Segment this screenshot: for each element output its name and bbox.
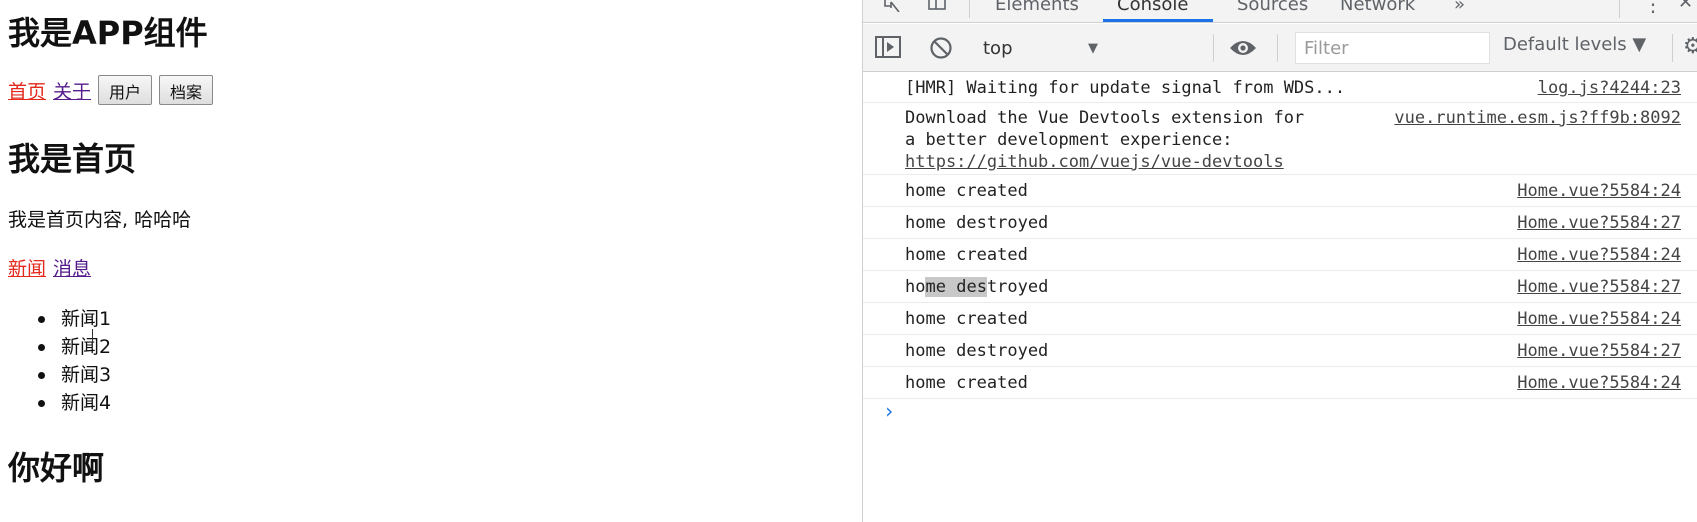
inspect-element-icon[interactable]	[883, 0, 905, 17]
filter-input[interactable]: Filter	[1295, 32, 1490, 64]
console-message-link[interactable]: https://github.com/vuejs/vue-devtools	[905, 150, 1284, 174]
close-icon[interactable]: ✕	[1678, 0, 1693, 13]
console-message-text: home created	[905, 245, 1028, 265]
tab-sources[interactable]: Sources	[1237, 0, 1308, 15]
console-message-source[interactable]: Home.vue?5584:24	[1517, 307, 1681, 331]
console-message-text: home destroyed	[905, 341, 1049, 361]
hello-title: 你好啊	[8, 449, 105, 487]
list-item: 新闻1	[37, 305, 111, 333]
app-title: 我是APP组件	[8, 14, 208, 52]
devtools-tab-bar: Elements Console Sources Network » ⋮ ✕	[863, 0, 1697, 23]
console-message: [HMR] Waiting for update signal from WDS…	[863, 73, 1697, 103]
sub-nav-link-messages[interactable]: 消息	[53, 254, 91, 281]
console-message-source[interactable]: Home.vue?5584:27	[1517, 339, 1681, 363]
tab-console[interactable]: Console	[1117, 0, 1188, 15]
console-message-source[interactable]: Home.vue?5584:27	[1517, 211, 1681, 235]
console-message-text: home destroyed	[905, 275, 1048, 299]
console-message-source[interactable]: Home.vue?5584:24	[1517, 371, 1681, 395]
kebab-menu-icon[interactable]: ⋮	[1643, 0, 1663, 16]
news-list: 新闻1 新闻2 新闻3 新闻4	[37, 305, 111, 417]
selection-highlight: des	[956, 277, 987, 297]
console-message: home created Home.vue?5584:24	[863, 175, 1697, 207]
toolbar-divider	[1213, 34, 1214, 62]
console-prompt-icon[interactable]: ›	[883, 399, 895, 423]
console-message-source[interactable]: Home.vue?5584:24	[1517, 179, 1681, 203]
sidebar-toggle-icon[interactable]	[875, 36, 901, 62]
user-button[interactable]: 用户	[98, 75, 153, 105]
console-message-text: home created	[905, 181, 1028, 201]
console-message-text: home destroyed	[905, 213, 1049, 233]
toolbar-divider	[1619, 0, 1620, 18]
console-message-text: home created	[905, 373, 1028, 393]
console-message: Download the Vue Devtools extension for …	[863, 103, 1697, 175]
context-select-value: top	[983, 37, 1013, 59]
context-select[interactable]: top ▼	[983, 34, 1098, 62]
toolbar-divider	[1277, 34, 1278, 62]
nav-link-home[interactable]: 首页	[8, 77, 46, 104]
console-message-text: a better development experience:	[905, 130, 1233, 150]
log-levels-dropdown[interactable]: Default levels ▼	[1503, 34, 1646, 55]
list-item: 新闻3	[37, 361, 111, 389]
console-message-text: [HMR] Waiting for update signal from WDS…	[905, 78, 1346, 98]
console-message-source[interactable]: Home.vue?5584:27	[1517, 275, 1681, 299]
home-sub-nav: 新闻 消息	[8, 254, 98, 281]
text-segment: troyed	[986, 277, 1049, 297]
console-message: home created Home.vue?5584:24	[863, 303, 1697, 335]
chevron-down-icon: ▼	[1088, 40, 1098, 56]
tab-elements[interactable]: Elements	[995, 0, 1079, 15]
console-message: home created Home.vue?5584:24	[863, 367, 1697, 399]
toolbar-divider	[1672, 34, 1673, 62]
console-message-text: home created	[905, 309, 1028, 329]
text-segment: ho	[905, 277, 926, 297]
home-title: 我是首页	[8, 140, 137, 178]
list-item: 新闻2	[37, 333, 111, 361]
console-message-text: Download the Vue Devtools extension for	[905, 108, 1305, 128]
console-message: home destroyed Home.vue?5584:27	[863, 335, 1697, 367]
console-toolbar: top ▼ Filter Default levels ▼ ⚙	[863, 24, 1697, 72]
settings-gear-icon[interactable]: ⚙	[1683, 34, 1697, 59]
console-message-source[interactable]: log.js?4244:23	[1538, 76, 1681, 100]
profile-button[interactable]: 档案	[159, 75, 214, 105]
devtools-panel: Elements Console Sources Network » ⋮ ✕ t…	[862, 0, 1697, 522]
selection-highlight	[945, 277, 957, 297]
active-tab-indicator	[1103, 19, 1213, 22]
toolbar-divider	[969, 0, 970, 18]
nav-link-about[interactable]: 关于	[53, 77, 91, 104]
sub-nav-link-news[interactable]: 新闻	[8, 254, 46, 281]
console-message: home destroyed Home.vue?5584:27	[863, 207, 1697, 239]
eye-icon[interactable]	[1229, 38, 1257, 62]
device-toolbar-icon[interactable]	[927, 0, 949, 17]
console-message-source[interactable]: vue.runtime.esm.js?ff9b:8092	[1394, 106, 1681, 130]
app-page: 我是APP组件 首页 关于 用户 档案 我是首页 我是首页内容, 哈哈哈 新闻 …	[0, 0, 862, 522]
console-message-source[interactable]: Home.vue?5584:24	[1517, 243, 1681, 267]
main-nav: 首页 关于 用户 档案	[8, 75, 220, 105]
text-cursor-icon	[92, 329, 94, 349]
home-content: 我是首页内容, 哈哈哈	[8, 209, 192, 231]
more-tabs-icon[interactable]: »	[1454, 0, 1465, 15]
console-output: [HMR] Waiting for update signal from WDS…	[863, 73, 1697, 522]
list-item: 新闻4	[37, 389, 111, 417]
console-message: home destroyed Home.vue?5584:27	[863, 271, 1697, 303]
console-message: home created Home.vue?5584:24	[863, 239, 1697, 271]
selection-highlight: me	[925, 277, 946, 297]
tab-network[interactable]: Network	[1340, 0, 1415, 15]
clear-console-icon[interactable]	[929, 36, 953, 64]
